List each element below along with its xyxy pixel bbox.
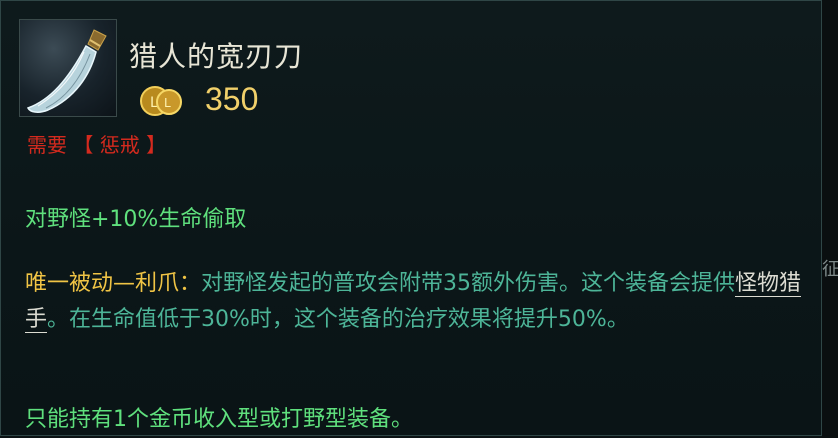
passive-text-b: 。在生命值低于30%时，这个装备的治疗效果将提升50%。 [47, 307, 629, 332]
passive-text-a: 对野怪发起的普攻会附带35额外伤害。这个装备会提供 [201, 271, 736, 296]
item-tooltip: 猎人的宽刃刀 L L 350 需要 【 惩戒 】 对野怪+10%生命偷取 唯一被… [0, 0, 822, 436]
passive-description: 唯一被动—利爪：对野怪发起的普攻会附带35额外伤害。这个装备会提供怪物猎手。在生… [25, 266, 815, 338]
requires-value: 惩戒 [99, 133, 140, 157]
stat-lifesteal: 对野怪+10%生命偷取 [25, 207, 247, 232]
limit-note: 只能持有1个金币收入型或打野型装备。 [25, 407, 413, 432]
requires-label: 需要 [27, 133, 67, 157]
requires-bracket-open: 【 [73, 133, 94, 157]
machete-icon [19, 19, 117, 117]
gold-coin-icon: L L [139, 81, 185, 119]
requires-bracket-close: 】 [146, 133, 167, 157]
svg-text:L: L [164, 96, 171, 110]
edge-glyph: 征 [822, 259, 838, 280]
item-name: 猎人的宽刃刀 [129, 40, 304, 73]
requires-line: 需要 【 惩戒 】 [27, 129, 166, 158]
item-cost: 350 [205, 81, 259, 117]
background-edge: 征 [822, 0, 838, 438]
passive-name: 唯一被动—利爪： [25, 271, 202, 296]
